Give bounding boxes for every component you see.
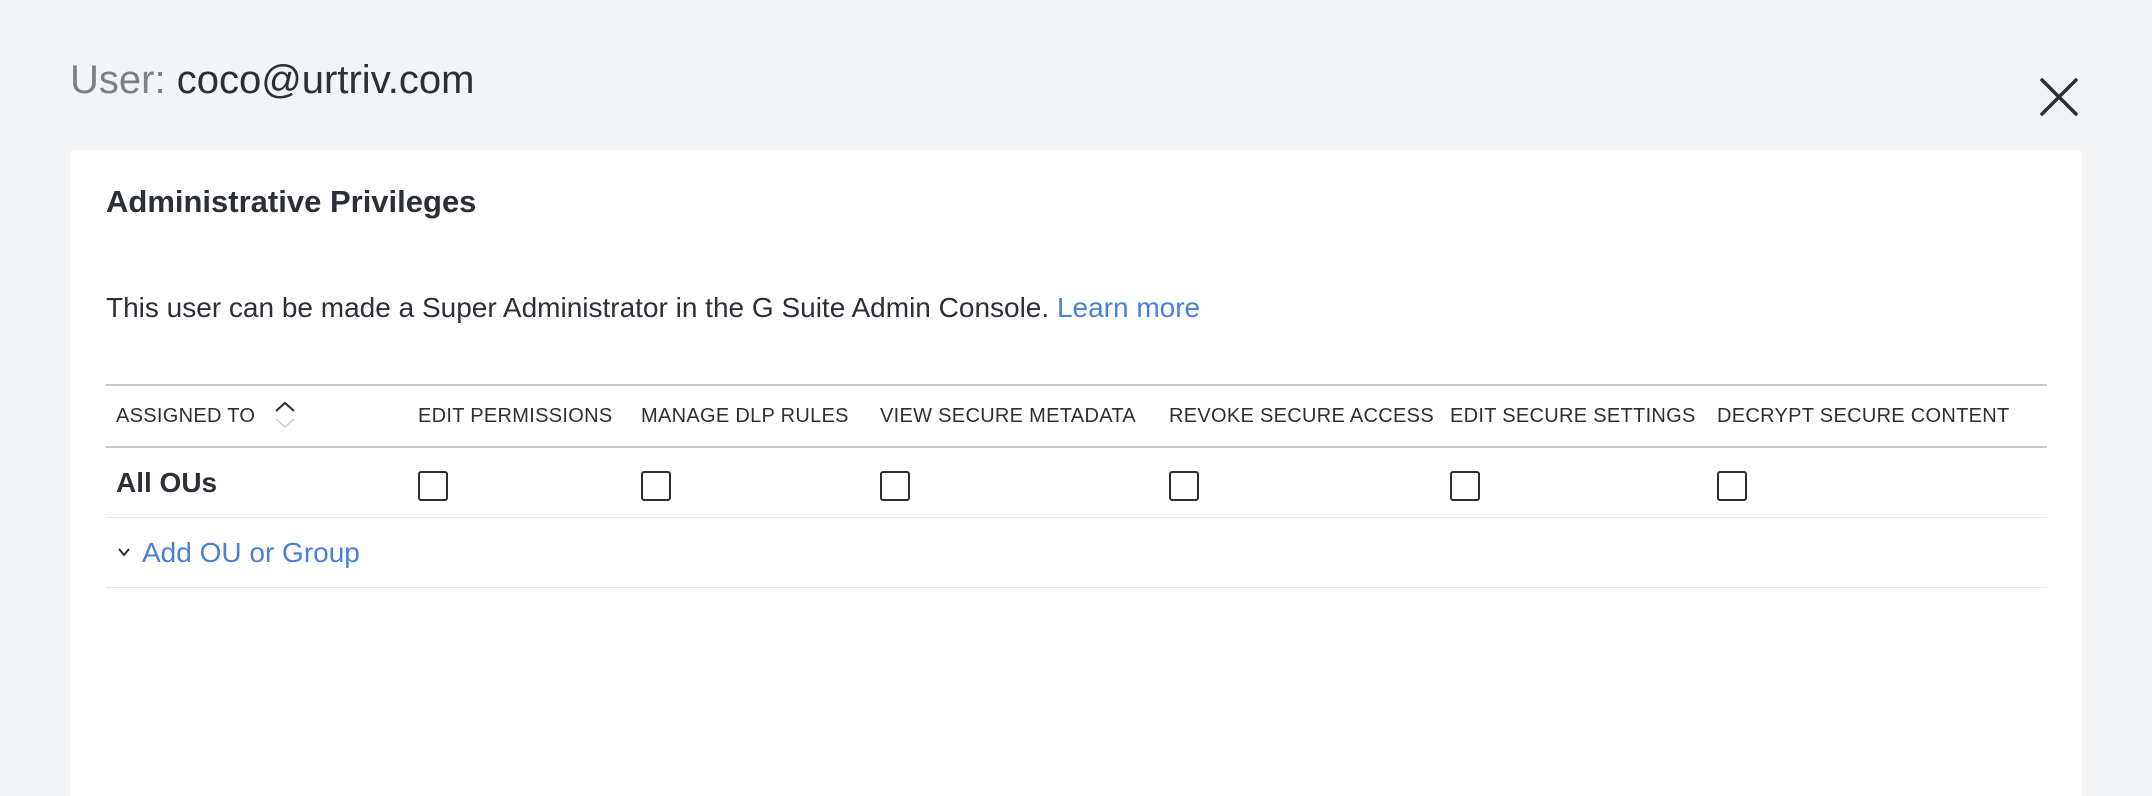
column-header-decrypt-secure-content[interactable]: DECRYPT SECURE CONTENT — [1717, 386, 2010, 446]
user-email: coco@urtriv.com — [176, 58, 475, 102]
row-label: All OUs — [116, 467, 218, 498]
table-row: All OUs — [106, 448, 2047, 518]
title-prefix: User: — [70, 58, 166, 102]
column-header-revoke-secure-access[interactable]: REVOKE SECURE ACCESS — [1169, 386, 1434, 446]
checkbox-edit-secure-settings[interactable] — [1450, 471, 1480, 501]
section-title: Administrative Privileges — [106, 184, 477, 219]
column-header-assigned-to[interactable]: ASSIGNED TO — [116, 386, 255, 446]
checkbox-view-secure-metadata[interactable] — [880, 471, 910, 501]
checkbox-revoke-secure-access[interactable] — [1169, 471, 1199, 501]
close-icon — [2040, 78, 2078, 116]
column-header-edit-secure-settings[interactable]: EDIT SECURE SETTINGS — [1450, 386, 1696, 446]
column-header-edit-permissions[interactable]: EDIT PERMISSIONS — [418, 386, 612, 446]
user-privileges-page: User: coco@urtriv.com Administrative Pri… — [0, 0, 2152, 796]
info-message: This user can be made a Super Administra… — [106, 292, 1050, 323]
add-ou-or-group-label: Add OU or Group — [142, 537, 360, 568]
column-header-manage-dlp-rules[interactable]: MANAGE DLP RULES — [641, 386, 849, 446]
privileges-table: ASSIGNED TO EDIT PERMISSIONS MANAGE DLP … — [106, 384, 2047, 588]
checkbox-decrypt-secure-content[interactable] — [1717, 471, 1747, 501]
column-header-view-secure-metadata[interactable]: VIEW SECURE METADATA — [880, 386, 1136, 446]
checkbox-edit-permissions[interactable] — [418, 471, 448, 501]
table-header: ASSIGNED TO EDIT PERMISSIONS MANAGE DLP … — [106, 384, 2047, 448]
chevron-down-icon — [116, 544, 132, 560]
learn-more-link[interactable]: Learn more — [1057, 292, 1200, 323]
page-title: User: coco@urtriv.com — [70, 52, 474, 108]
sort-icon[interactable] — [272, 398, 298, 432]
close-button[interactable] — [2036, 74, 2082, 120]
add-ou-or-group-button[interactable]: Add OU or Group — [106, 518, 2047, 588]
privileges-card: Administrative Privileges This user can … — [70, 150, 2082, 796]
checkbox-manage-dlp-rules[interactable] — [641, 471, 671, 501]
info-text: This user can be made a Super Administra… — [106, 292, 1200, 324]
